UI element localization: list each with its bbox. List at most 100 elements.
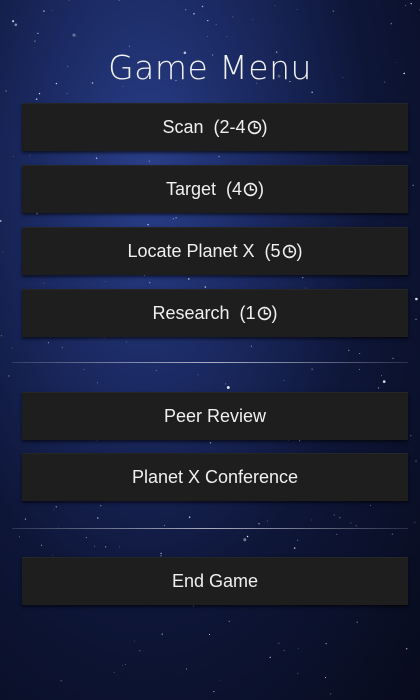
star bbox=[103, 337, 105, 339]
star bbox=[204, 286, 207, 288]
page-title: Game Menu bbox=[108, 48, 312, 87]
star bbox=[215, 24, 217, 25]
star bbox=[147, 223, 149, 226]
star bbox=[161, 633, 163, 635]
star bbox=[95, 157, 98, 159]
locate-cost-value: 5 bbox=[270, 240, 281, 261]
star bbox=[55, 506, 58, 508]
star bbox=[143, 274, 145, 276]
star bbox=[61, 346, 63, 348]
star bbox=[52, 554, 53, 556]
star bbox=[51, 10, 53, 12]
research-cost: (1) bbox=[239, 302, 278, 323]
star bbox=[119, 546, 120, 548]
star bbox=[225, 383, 227, 385]
star bbox=[208, 633, 211, 636]
star bbox=[148, 160, 151, 162]
star bbox=[232, 16, 234, 18]
star bbox=[207, 19, 209, 22]
star bbox=[382, 380, 386, 383]
peer-review-label: Peer Review bbox=[163, 405, 267, 426]
star bbox=[296, 9, 298, 10]
star bbox=[193, 13, 195, 15]
clock-icon bbox=[282, 244, 296, 258]
star bbox=[350, 522, 352, 524]
star bbox=[246, 535, 249, 538]
end-game-button[interactable]: End Game bbox=[22, 557, 408, 605]
star bbox=[274, 5, 276, 6]
star bbox=[104, 280, 106, 282]
star bbox=[163, 524, 165, 526]
star bbox=[37, 32, 39, 35]
section-divider bbox=[12, 528, 408, 529]
star bbox=[330, 693, 332, 695]
star bbox=[381, 375, 382, 377]
star bbox=[155, 369, 157, 372]
star bbox=[8, 375, 10, 377]
star bbox=[298, 440, 301, 442]
star bbox=[148, 281, 151, 284]
star bbox=[66, 92, 68, 95]
star bbox=[356, 621, 358, 623]
target-button[interactable]: Target (4) bbox=[22, 165, 408, 213]
research-cost-value: 1 bbox=[245, 302, 256, 323]
star bbox=[333, 514, 335, 516]
end-game-label: End Game bbox=[171, 570, 259, 591]
locate-planet-x-button[interactable]: Locate Planet X (5) bbox=[22, 227, 408, 275]
star bbox=[35, 98, 38, 100]
research-button[interactable]: Research (1) bbox=[22, 289, 408, 337]
star bbox=[390, 22, 393, 25]
star bbox=[68, 0, 70, 1]
star bbox=[293, 547, 296, 549]
clock-icon bbox=[247, 120, 261, 134]
peer-review-button[interactable]: Peer Review bbox=[22, 392, 408, 440]
scan-label: Scan bbox=[162, 116, 204, 137]
star bbox=[192, 605, 194, 607]
star bbox=[97, 382, 99, 384]
star bbox=[122, 664, 124, 666]
star bbox=[296, 539, 299, 542]
star bbox=[355, 524, 358, 527]
star bbox=[138, 649, 141, 652]
locate-cost: (5) bbox=[264, 240, 303, 261]
clock-icon bbox=[257, 306, 271, 320]
star bbox=[76, 36, 78, 37]
star bbox=[113, 672, 115, 673]
star bbox=[283, 649, 285, 652]
star bbox=[0, 335, 2, 337]
star bbox=[125, 341, 127, 343]
star bbox=[43, 10, 45, 12]
star bbox=[188, 278, 190, 280]
star bbox=[243, 538, 247, 542]
star bbox=[297, 647, 299, 649]
star bbox=[100, 505, 102, 507]
star bbox=[29, 154, 31, 156]
target-cost-value: 4 bbox=[232, 178, 243, 199]
star bbox=[160, 552, 162, 555]
star bbox=[283, 380, 285, 381]
star bbox=[347, 349, 350, 352]
star bbox=[206, 35, 209, 37]
star bbox=[359, 352, 361, 355]
section-divider bbox=[12, 362, 408, 363]
star bbox=[278, 642, 280, 644]
star bbox=[415, 460, 417, 462]
star bbox=[2, 251, 4, 253]
star bbox=[226, 36, 228, 38]
scan-button[interactable]: Scan (2-4) bbox=[22, 103, 408, 151]
planet-x-conference-button[interactable]: Planet X Conference bbox=[22, 453, 408, 501]
scan-cost-value: 2-4 bbox=[219, 116, 246, 137]
star bbox=[370, 504, 372, 506]
star bbox=[311, 91, 313, 93]
star bbox=[377, 387, 380, 389]
star bbox=[302, 276, 304, 279]
research-label: Research bbox=[152, 302, 230, 323]
star bbox=[24, 518, 26, 520]
star bbox=[5, 90, 7, 92]
star bbox=[226, 386, 230, 389]
star bbox=[228, 620, 230, 622]
star bbox=[269, 656, 271, 659]
star bbox=[250, 345, 252, 347]
star bbox=[324, 677, 327, 679]
star bbox=[311, 519, 313, 521]
